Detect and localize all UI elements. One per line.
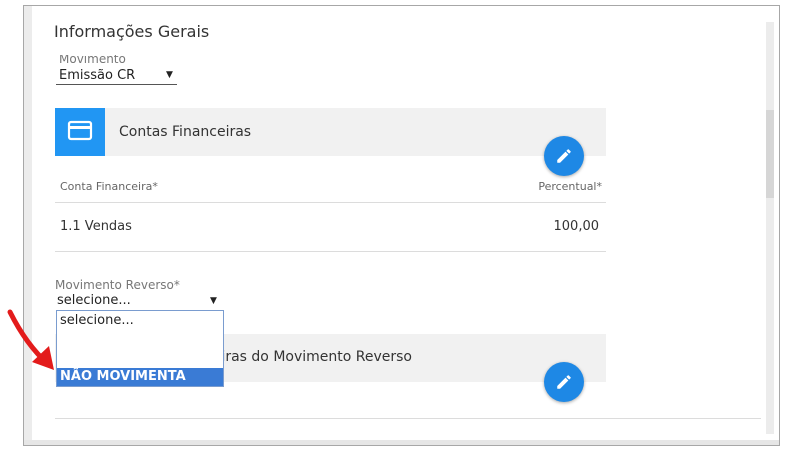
red-arrow-annotation [7, 309, 54, 370]
contas-financeiras-header: Contas Financeiras [55, 108, 606, 156]
movimento-reverso-label: Movimento Reverso* [55, 278, 180, 292]
movimento-select[interactable]: Emissão CR ▼ [56, 68, 177, 85]
main-window: Informações Gerais Movimento Emissão CR … [23, 5, 780, 446]
dropdown-option[interactable]: selecione... [57, 313, 223, 328]
movimento-reverso-dropdown-list[interactable]: selecione... NÃO MOVIMENTA CAIXA [56, 310, 224, 402]
table-divider [55, 202, 606, 203]
edit-contas-button[interactable] [544, 136, 584, 176]
section-divider [55, 418, 761, 419]
section-title: Informações Gerais [54, 22, 210, 41]
pencil-icon [557, 149, 571, 163]
table-header: Conta Financeira* Percentual* [60, 180, 602, 193]
movimento-reverso-value: selecione... [57, 293, 131, 308]
dropdown-option-selected[interactable]: NÃO MOVIMENTA CAIXA [57, 368, 223, 402]
cell-percentual: 100,00 [553, 219, 600, 234]
bottom-border-strip [24, 440, 779, 445]
caret-down-icon: ▼ [210, 296, 217, 306]
scrollbar-thumb[interactable] [766, 110, 774, 198]
contas-financeiras-title: Contas Financeiras [119, 124, 252, 140]
movimento-reverso-select[interactable]: selecione... ▼ [56, 293, 219, 310]
movimento-label: Movimento [59, 55, 126, 64]
col-percentual: Percentual* [538, 180, 602, 193]
vertical-scrollbar[interactable] [766, 22, 774, 434]
caret-down-icon: ▼ [166, 70, 173, 80]
edit-contas-reverso-button[interactable] [544, 362, 584, 402]
cell-conta: 1.1 Vendas [60, 219, 132, 234]
table-divider [55, 251, 606, 252]
pencil-icon [557, 375, 571, 389]
credit-card-icon [55, 108, 105, 156]
left-border-strip [24, 6, 32, 445]
col-conta-financeira: Conta Financeira* [60, 180, 158, 193]
movimento-select-value: Emissão CR [59, 68, 136, 83]
table-row[interactable]: 1.1 Vendas 100,00 [60, 219, 599, 234]
